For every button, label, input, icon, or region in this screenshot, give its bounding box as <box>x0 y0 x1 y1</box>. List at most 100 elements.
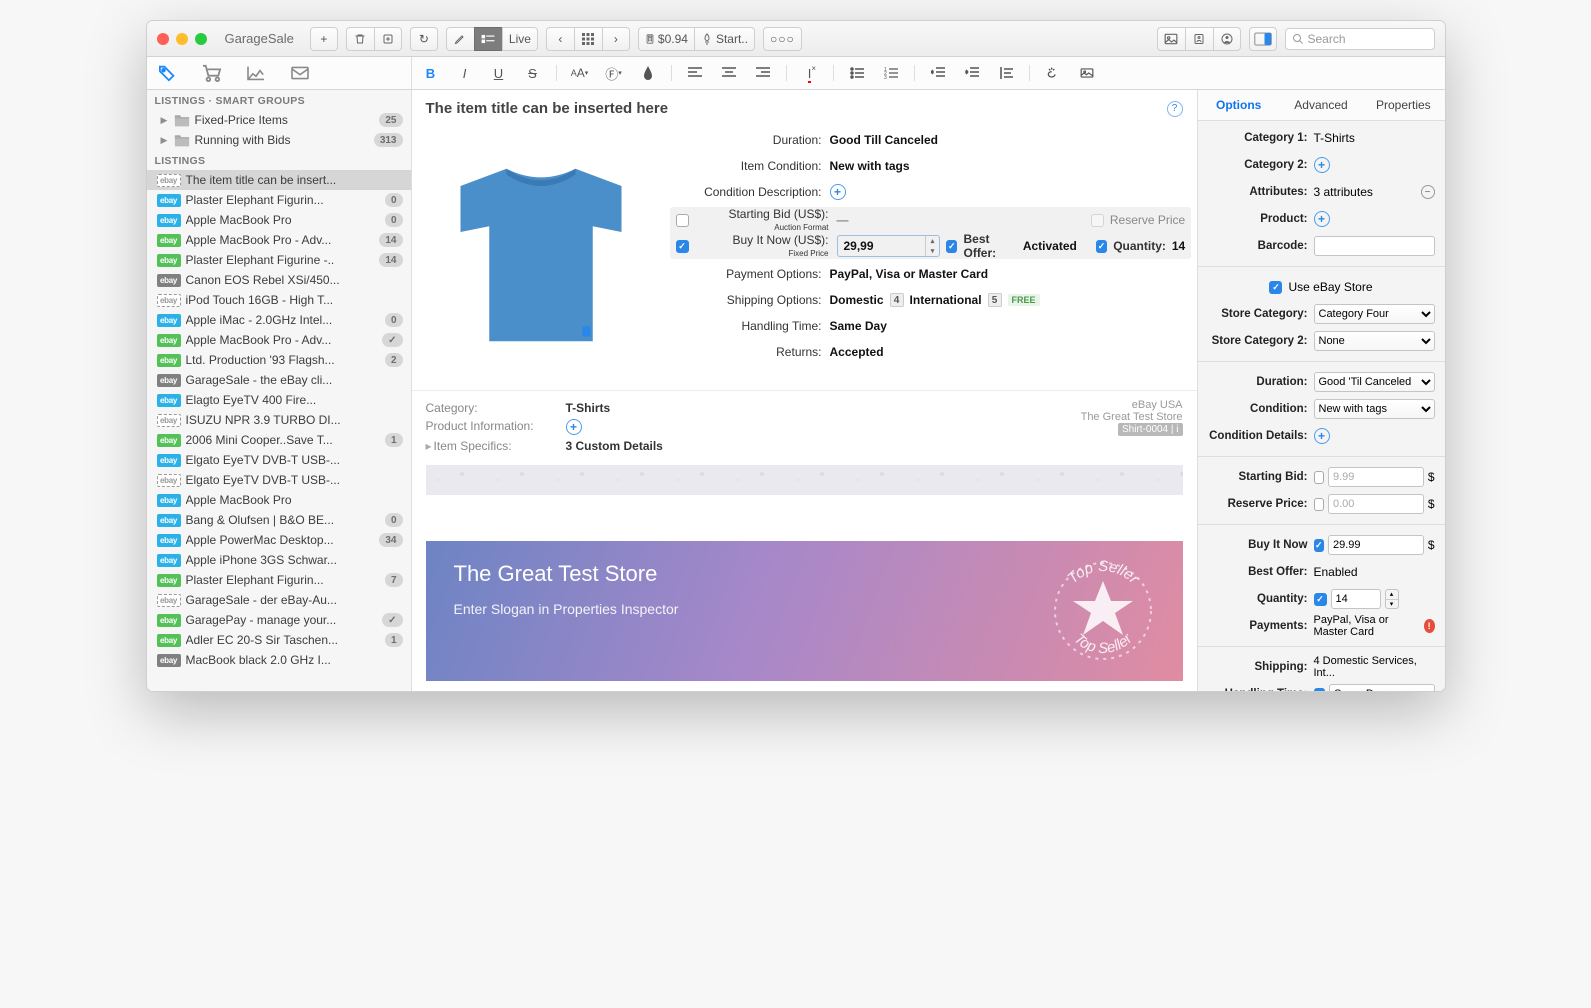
close-window-button[interactable] <box>157 33 169 45</box>
listing-row[interactable]: ebay GarageSale - the eBay cli... <box>147 370 411 390</box>
insp-bestoffer[interactable]: Enabled <box>1314 565 1358 579</box>
bold-button[interactable]: B <box>420 62 442 84</box>
strike-button[interactable]: S <box>522 62 544 84</box>
fees-button[interactable]: $0.94 <box>638 27 694 51</box>
help-button[interactable]: ? <box>1167 101 1183 117</box>
insert-link-button[interactable] <box>1042 62 1064 84</box>
add-category2-button[interactable]: + <box>1314 157 1330 173</box>
listing-row[interactable]: ebay Apple MacBook Pro - Adv... ✓ <box>147 330 411 350</box>
listing-row[interactable]: ebay Apple MacBook Pro <box>147 490 411 510</box>
store-category-select[interactable]: Category Four <box>1314 304 1435 324</box>
handling-value[interactable]: Same Day <box>830 319 1192 333</box>
design-grid-button[interactable] <box>574 27 602 51</box>
insp-bin-input[interactable] <box>1328 535 1424 555</box>
store-category2-select[interactable]: None <box>1314 331 1435 351</box>
delete-button[interactable] <box>346 27 374 51</box>
starting-bid-checkbox[interactable] <box>676 214 689 227</box>
use-ebay-store-checkbox[interactable] <box>1269 281 1282 294</box>
align-right-button[interactable] <box>752 62 774 84</box>
listing-row[interactable]: ebay GaragePay - manage your... ✓ <box>147 610 411 630</box>
orders-mode-icon[interactable] <box>199 62 225 84</box>
font-family-button[interactable]: Ⓕ▾ <box>603 62 625 84</box>
duration-value[interactable]: Good Till Canceled <box>830 133 1192 147</box>
new-listing-button[interactable]: + <box>310 27 338 51</box>
listing-row[interactable]: ebay Elagto EyeTV 400 Fire... <box>147 390 411 410</box>
smartgroup-row[interactable]: ▶ Fixed-Price Items 25 <box>147 110 411 130</box>
insp-reserve-checkbox[interactable] <box>1314 498 1325 511</box>
insp-shipping[interactable]: 4 Domestic Services, Int... <box>1314 655 1435 679</box>
account-button[interactable] <box>1213 27 1241 51</box>
listings-mode-icon[interactable] <box>155 62 181 84</box>
listing-row[interactable]: ebay GarageSale - der eBay-Au... <box>147 590 411 610</box>
refresh-button[interactable]: ↻ <box>410 27 438 51</box>
align-left-button[interactable] <box>684 62 706 84</box>
listing-row[interactable]: ebay Apple MacBook Pro 0 <box>147 210 411 230</box>
condition-value[interactable]: New with tags <box>830 159 1192 173</box>
condition-select[interactable]: New with tags <box>1314 399 1435 419</box>
media-button[interactable] <box>1157 27 1185 51</box>
minimize-window-button[interactable] <box>176 33 188 45</box>
insp-startbid-input[interactable] <box>1328 467 1424 487</box>
insp-handling-checkbox[interactable] <box>1314 688 1326 692</box>
duplicate-button[interactable] <box>374 27 402 51</box>
toggle-sidebar-button[interactable] <box>1249 27 1277 51</box>
insp-attributes[interactable]: 3 attributes <box>1314 185 1373 199</box>
category-value[interactable]: T-Shirts <box>566 401 611 415</box>
quantity-checkbox[interactable] <box>1096 240 1107 253</box>
blockquote-button[interactable] <box>995 62 1017 84</box>
remove-attributes-button[interactable]: − <box>1421 185 1435 199</box>
insp-payments[interactable]: PayPal, Visa or Master Card <box>1314 614 1420 638</box>
payment-value[interactable]: PayPal, Visa or Master Card <box>830 267 1192 281</box>
listing-row[interactable]: ebay Adler EC 20-S Sir Taschen... 1 <box>147 630 411 650</box>
add-product-info-button[interactable]: + <box>566 419 582 435</box>
indent-button[interactable] <box>961 62 983 84</box>
buy-it-now-price-input[interactable]: 29,99▴▾ <box>837 235 941 257</box>
listing-row[interactable]: ebay iPod Touch 16GB - High T... <box>147 290 411 310</box>
inspector-button[interactable] <box>1185 27 1213 51</box>
reserve-price-checkbox[interactable] <box>1091 214 1104 227</box>
messages-mode-icon[interactable] <box>287 62 313 84</box>
returns-value[interactable]: Accepted <box>830 345 1192 359</box>
buy-it-now-checkbox[interactable] <box>676 240 689 253</box>
start-listing-button[interactable]: Start.. <box>694 27 755 51</box>
insp-category1[interactable]: T-Shirts <box>1314 131 1355 145</box>
best-offer-checkbox[interactable] <box>946 240 957 253</box>
preview-mode-button[interactable] <box>474 27 502 51</box>
listing-row[interactable]: ebay ISUZU NPR 3.9 TURBO DI... <box>147 410 411 430</box>
listing-row[interactable]: ebay The item title can be insert... <box>147 170 411 190</box>
add-product-button[interactable]: + <box>1314 211 1330 227</box>
listing-row[interactable]: ebay Apple iMac - 2.0GHz Intel... 0 <box>147 310 411 330</box>
number-list-button[interactable]: 123 <box>880 62 902 84</box>
prev-design-button[interactable]: ‹ <box>546 27 574 51</box>
tab-options[interactable]: Options <box>1198 90 1280 120</box>
edit-mode-button[interactable] <box>446 27 474 51</box>
insp-bin-checkbox[interactable] <box>1314 539 1325 552</box>
listing-row[interactable]: ebay Elgato EyeTV DVB-T USB-... <box>147 470 411 490</box>
insp-reserve-input[interactable] <box>1328 494 1424 514</box>
outdent-button[interactable] <box>927 62 949 84</box>
insp-startbid-checkbox[interactable] <box>1314 471 1325 484</box>
listing-row[interactable]: ebay MacBook black 2.0 GHz I... <box>147 650 411 670</box>
item-specifics-value[interactable]: 3 Custom Details <box>566 439 663 453</box>
insp-qty-input[interactable] <box>1331 589 1381 609</box>
listing-row[interactable]: ebay Apple iPhone 3GS Schwar... <box>147 550 411 570</box>
underline-button[interactable]: U <box>488 62 510 84</box>
listing-row[interactable]: ebay Plaster Elephant Figurin... 7 <box>147 570 411 590</box>
align-center-button[interactable] <box>718 62 740 84</box>
shipping-value[interactable]: Domestic4 International5 FREE <box>830 293 1192 307</box>
listing-row[interactable]: ebay Elgato EyeTV DVB-T USB-... <box>147 450 411 470</box>
listing-row[interactable]: ebay Bang & Olufsen | B&O BE... 0 <box>147 510 411 530</box>
tab-advanced[interactable]: Advanced <box>1280 90 1362 120</box>
handling-select[interactable]: Same Day <box>1329 684 1434 691</box>
reports-mode-icon[interactable] <box>243 62 269 84</box>
italic-button[interactable]: I <box>454 62 476 84</box>
listing-row[interactable]: ebay Apple MacBook Pro - Adv... 14 <box>147 230 411 250</box>
zoom-window-button[interactable] <box>195 33 207 45</box>
more-actions-button[interactable]: ○○○ <box>763 27 802 51</box>
text-color-button[interactable] <box>637 62 659 84</box>
font-size-button[interactable]: AA▾ <box>569 62 591 84</box>
item-title[interactable]: The item title can be inserted here <box>426 100 1159 117</box>
live-mode-button[interactable]: Live <box>502 27 538 51</box>
search-field[interactable]: Search <box>1285 28 1435 50</box>
listing-row[interactable]: ebay Canon EOS Rebel XSi/450... <box>147 270 411 290</box>
